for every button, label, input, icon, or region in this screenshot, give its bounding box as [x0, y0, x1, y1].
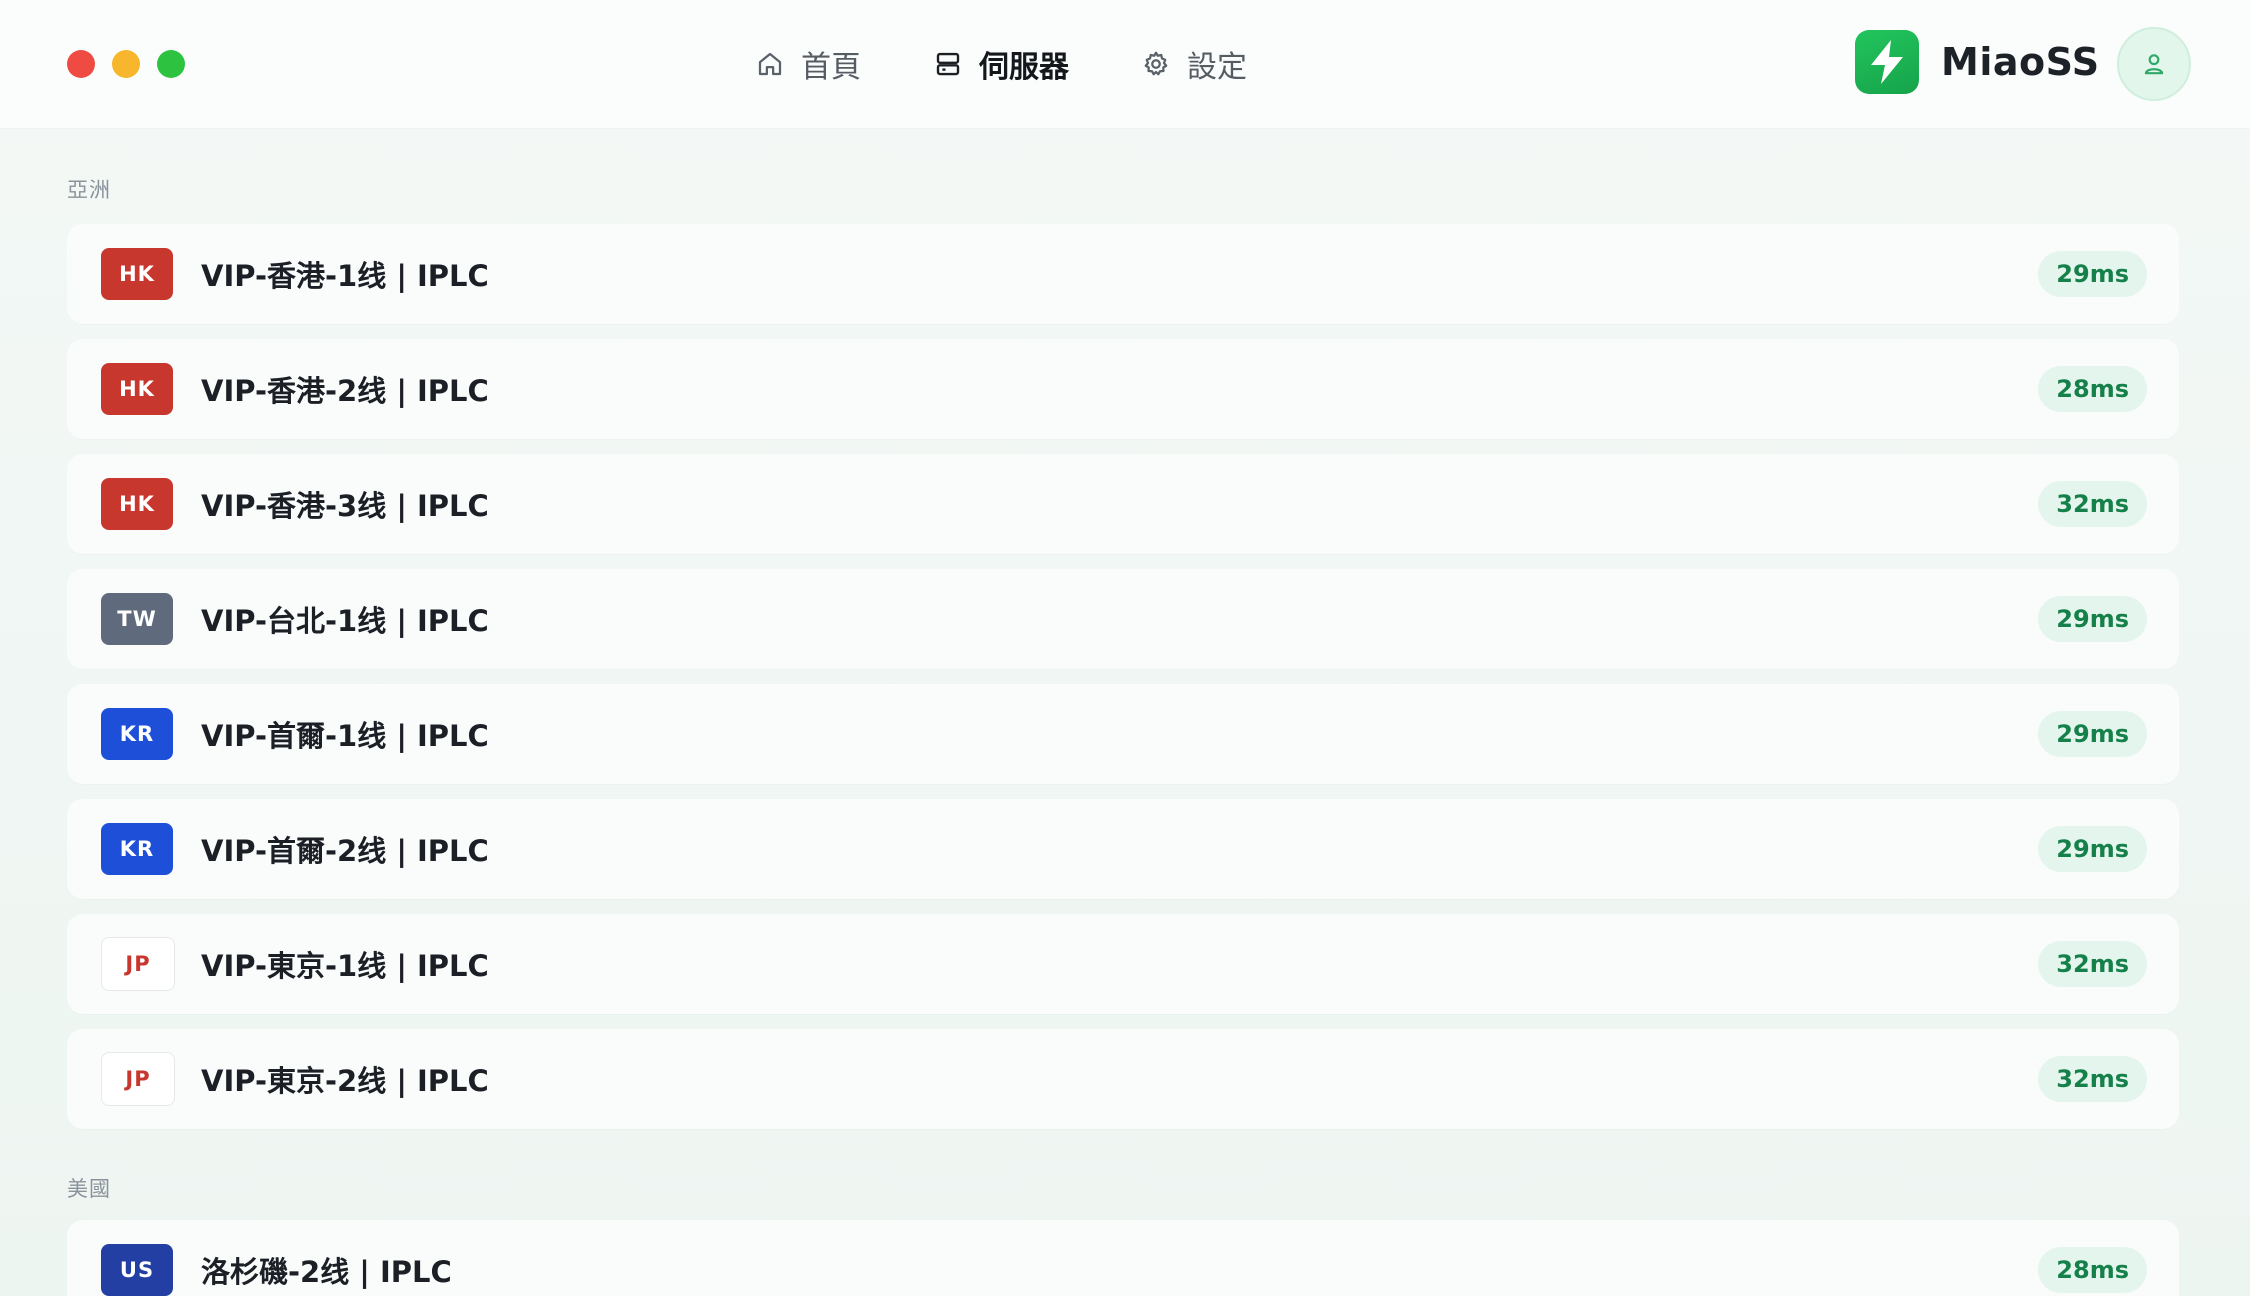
brand-name: MiaoSS: [1941, 40, 2100, 84]
server-row[interactable]: KR VIP-首爾-2线 | IPLC 29ms: [67, 799, 2179, 899]
server-name: VIP-香港-2线 | IPLC: [201, 374, 489, 408]
window-controls: [67, 50, 185, 78]
server-name: VIP-台北-1线 | IPLC: [201, 604, 489, 638]
server-name: VIP-香港-3线 | IPLC: [201, 489, 489, 523]
brand: MiaoSS: [1855, 30, 2100, 94]
region-badge: HK: [101, 248, 173, 300]
minimize-window-button[interactable]: [112, 50, 140, 78]
brand-logo: [1855, 30, 1919, 94]
nav-home-label: 首頁: [801, 50, 861, 85]
server-name: VIP-首爾-2线 | IPLC: [201, 834, 489, 868]
server-name: VIP-東京-1线 | IPLC: [201, 949, 489, 983]
region-badge: US: [101, 1244, 173, 1296]
latency-badge: 32ms: [2038, 481, 2147, 527]
server-row[interactable]: TW VIP-台北-1线 | IPLC 29ms: [67, 569, 2179, 669]
server-row[interactable]: JP VIP-東京-1线 | IPLC 32ms: [67, 914, 2179, 1014]
region-badge: JP: [101, 1052, 175, 1106]
server-row[interactable]: US 洛杉磯-2线 | IPLC 28ms: [67, 1220, 2179, 1296]
server-list-asia: HK VIP-香港-1线 | IPLC 29ms HK VIP-香港-2线 | …: [67, 224, 2179, 1144]
user-icon: [2144, 54, 2164, 75]
gear-icon: [1144, 51, 1168, 76]
server-name: VIP-東京-2线 | IPLC: [201, 1064, 489, 1098]
latency-badge: 32ms: [2038, 941, 2147, 987]
latency-badge: 32ms: [2038, 1056, 2147, 1102]
server-row[interactable]: HK VIP-香港-3线 | IPLC 32ms: [67, 454, 2179, 554]
close-window-button[interactable]: [67, 50, 95, 78]
latency-badge: 29ms: [2038, 826, 2147, 872]
region-badge: KR: [101, 823, 173, 875]
latency-badge: 29ms: [2038, 711, 2147, 757]
server-content: 亞洲 HK VIP-香港-1线 | IPLC 29ms HK VIP-香港-2线…: [0, 128, 2250, 1296]
nav-settings-label: 設定: [1187, 50, 1247, 85]
maximize-window-button[interactable]: [157, 50, 185, 78]
server-name: VIP-首爾-1线 | IPLC: [201, 719, 489, 753]
server-name: 洛杉磯-2线 | IPLC: [201, 1255, 452, 1289]
nav-servers[interactable]: 伺服器: [933, 38, 1069, 90]
server-list-usa: US 洛杉磯-2线 | IPLC 28ms: [67, 1220, 2179, 1296]
nav-home[interactable]: 首頁: [755, 38, 861, 90]
group-label-asia: 亞洲: [67, 178, 111, 202]
latency-badge: 28ms: [2038, 1247, 2147, 1293]
title-bar: 首頁 伺服器 設定 MiaoSS: [0, 0, 2250, 129]
top-nav: 首頁 伺服器 設定: [755, 38, 1247, 90]
server-row[interactable]: KR VIP-首爾-1线 | IPLC 29ms: [67, 684, 2179, 784]
region-badge: KR: [101, 708, 173, 760]
home-icon: [758, 52, 782, 76]
latency-badge: 29ms: [2038, 596, 2147, 642]
user-avatar[interactable]: [2117, 27, 2191, 101]
server-icon: [936, 52, 960, 76]
nav-settings[interactable]: 設定: [1141, 38, 1247, 90]
region-badge: TW: [101, 593, 173, 645]
region-badge: HK: [101, 478, 173, 530]
nav-servers-label: 伺服器: [979, 50, 1069, 85]
region-badge: JP: [101, 937, 175, 991]
server-row[interactable]: HK VIP-香港-1线 | IPLC 29ms: [67, 224, 2179, 324]
latency-badge: 29ms: [2038, 251, 2147, 297]
latency-badge: 28ms: [2038, 366, 2147, 412]
server-row[interactable]: HK VIP-香港-2线 | IPLC 28ms: [67, 339, 2179, 439]
app-window: 首頁 伺服器 設定 MiaoSS 亞洲 HK VIP-香港-1线 | IPLC …: [0, 0, 2250, 1296]
server-name: VIP-香港-1线 | IPLC: [201, 259, 489, 293]
group-label-usa: 美國: [67, 1177, 111, 1201]
lightning-bolt-icon: [1871, 40, 1903, 84]
server-row[interactable]: JP VIP-東京-2线 | IPLC 32ms: [67, 1029, 2179, 1129]
region-badge: HK: [101, 363, 173, 415]
